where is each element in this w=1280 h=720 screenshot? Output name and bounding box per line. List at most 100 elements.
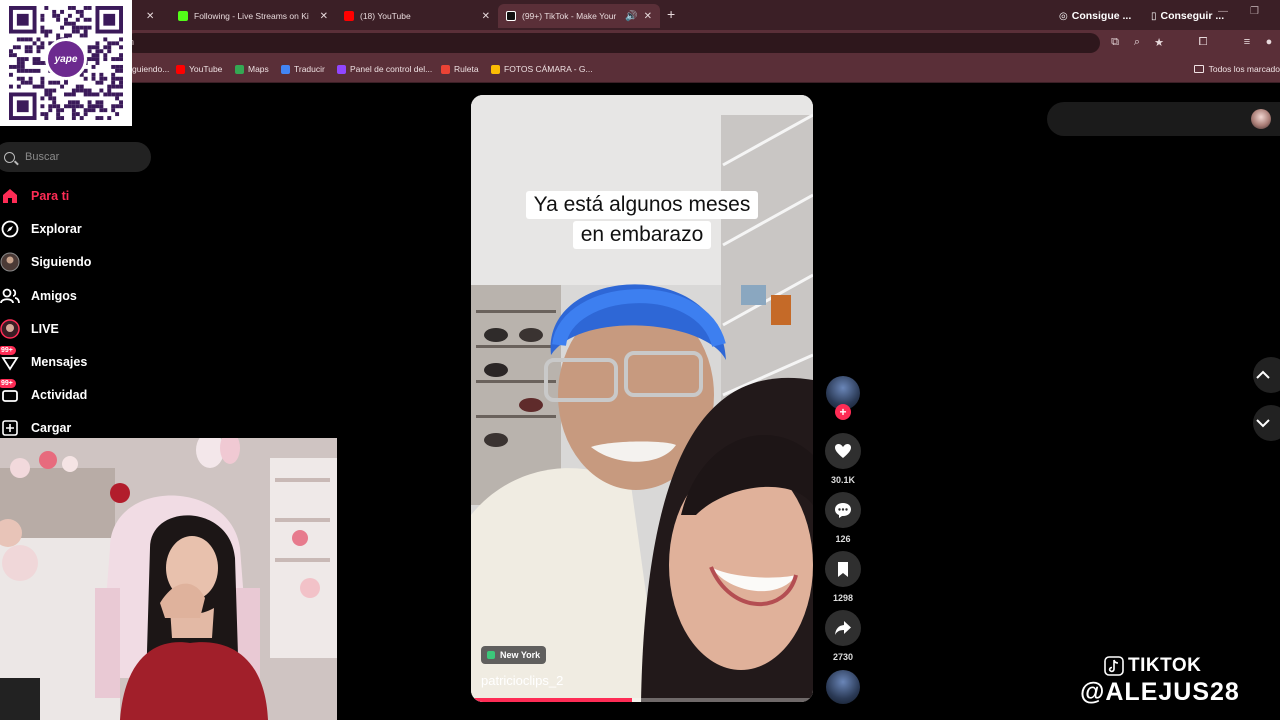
nav-live[interactable]: LIVE bbox=[0, 316, 59, 342]
search-icon bbox=[4, 151, 15, 163]
chevron-up-icon bbox=[1256, 370, 1270, 379]
bookmark-label: Maps bbox=[248, 64, 269, 74]
profile-avatar-icon[interactable]: ● bbox=[1258, 36, 1280, 49]
bookmark-maps[interactable]: Maps bbox=[235, 64, 269, 74]
sound-avatar[interactable] bbox=[826, 670, 860, 704]
media-control-icon[interactable]: ≡ bbox=[1236, 36, 1258, 49]
tab-tiktok[interactable]: (99+) TikTok - Make Your Da 🔊 ✕ bbox=[498, 4, 660, 28]
new-tab-button[interactable]: + bbox=[667, 6, 675, 22]
next-video-button[interactable] bbox=[1253, 405, 1280, 441]
comment-icon bbox=[835, 502, 851, 518]
like-button[interactable] bbox=[825, 433, 861, 469]
author-username[interactable]: patricioclips_2 bbox=[481, 673, 563, 688]
heart-icon bbox=[835, 444, 851, 458]
bookmark-icon bbox=[838, 561, 848, 577]
tab-label: (99+) TikTok - Make Your Da bbox=[522, 11, 620, 21]
nav-label: Mensajes bbox=[31, 355, 88, 369]
audio-playing-icon[interactable]: 🔊 bbox=[625, 11, 637, 22]
save-count: 1298 bbox=[832, 593, 854, 603]
translate-icon bbox=[281, 64, 290, 74]
get-coins-button[interactable]: ◎ Consigue ... bbox=[1059, 10, 1131, 22]
nav-label: Amigos bbox=[31, 289, 77, 303]
nav-label: Para ti bbox=[31, 189, 70, 203]
nav-label: Siguiendo bbox=[31, 255, 92, 269]
nav-siguiendo[interactable]: Siguiendo bbox=[0, 249, 91, 275]
bookmark-traducir[interactable]: Traducir bbox=[281, 64, 325, 74]
nav-label: Explorar bbox=[31, 222, 82, 236]
tab-close-icon[interactable]: ✕ bbox=[644, 11, 652, 22]
bookmark-panel[interactable]: Panel de control del... bbox=[337, 64, 432, 74]
streamer-webcam bbox=[0, 438, 337, 720]
nav-mensajes[interactable]: 99+ Mensajes bbox=[0, 346, 88, 375]
follow-button[interactable]: + bbox=[835, 404, 851, 420]
messages-badge: 99+ bbox=[0, 346, 16, 355]
extensions-icon[interactable]: ⧠ bbox=[1192, 36, 1214, 49]
youtube-favicon-icon bbox=[344, 11, 354, 21]
caption-line-2: en embarazo bbox=[471, 221, 813, 249]
comment-button[interactable] bbox=[825, 492, 861, 528]
address-bar[interactable]: n bbox=[125, 33, 1100, 53]
tab-close-icon[interactable]: ✕ bbox=[146, 11, 154, 22]
bookmark-ruleta[interactable]: Ruleta bbox=[441, 64, 479, 74]
compass-icon bbox=[0, 219, 20, 239]
tab-kick[interactable]: Following - Live Streams on Ki ✕ bbox=[170, 4, 336, 28]
bookmark-youtube[interactable]: YouTube bbox=[176, 64, 222, 74]
bookmark-fotos[interactable]: FOTOS CÁMARA - G... bbox=[491, 64, 593, 74]
search-box[interactable] bbox=[0, 142, 151, 172]
youtube-icon bbox=[176, 64, 185, 74]
all-bookmarks-folder[interactable]: Todos los marcado bbox=[1193, 64, 1280, 74]
tab-youtube[interactable]: (18) YouTube ✕ bbox=[336, 4, 498, 28]
chevron-down-icon bbox=[1256, 419, 1270, 428]
drive-icon bbox=[491, 64, 500, 74]
bookmark-siguiendo[interactable]: guiendo... bbox=[132, 64, 169, 74]
maps-icon bbox=[235, 64, 244, 74]
nav-amigos[interactable]: Amigos bbox=[0, 283, 77, 309]
nav-explorar[interactable]: Explorar bbox=[0, 216, 82, 242]
tiktok-favicon-icon bbox=[506, 11, 516, 21]
nav-label: LIVE bbox=[31, 322, 59, 336]
folder-icon bbox=[1193, 65, 1204, 73]
video-progress-bar[interactable] bbox=[471, 698, 813, 702]
user-avatar[interactable] bbox=[1251, 109, 1271, 129]
save-button[interactable] bbox=[825, 551, 861, 587]
following-avatar-icon bbox=[0, 252, 20, 272]
activity-badge: 99+ bbox=[0, 379, 16, 388]
tiktok-logo-icon bbox=[1104, 656, 1124, 676]
tab-partial[interactable]: ✕ bbox=[132, 4, 170, 28]
coin-icon: ◎ bbox=[1059, 10, 1068, 22]
webcam-scene bbox=[0, 438, 337, 720]
nav-actividad[interactable]: 99+ Actividad bbox=[0, 379, 88, 408]
tab-close-icon[interactable]: ✕ bbox=[482, 11, 490, 22]
bookmark-label: FOTOS CÁMARA - G... bbox=[504, 64, 593, 74]
maximize-icon[interactable]: ❐ bbox=[1250, 6, 1259, 17]
bookmark-label: guiendo... bbox=[132, 64, 170, 74]
twitch-icon bbox=[337, 64, 346, 74]
tab-label: Following - Live Streams on Ki bbox=[194, 11, 309, 21]
search-input[interactable] bbox=[25, 151, 135, 163]
video-player[interactable]: Ya está algunos meses en embarazo New Yo… bbox=[471, 95, 813, 702]
tab-close-icon[interactable]: ✕ bbox=[320, 11, 328, 22]
location-icon bbox=[487, 651, 495, 659]
zoom-icon[interactable]: ⌕ bbox=[1126, 36, 1148, 49]
nav-para-ti[interactable]: Para ti bbox=[0, 183, 69, 209]
get-coins-label: Consigue ... bbox=[1071, 10, 1132, 22]
yape-logo: yape bbox=[45, 38, 87, 80]
get-app-button[interactable]: ▯ Conseguir ... bbox=[1151, 10, 1224, 22]
nav-label: Actividad bbox=[31, 388, 88, 402]
home-icon bbox=[0, 186, 20, 206]
share-button[interactable] bbox=[825, 610, 861, 646]
watermark-line-2: @ALEJUS28 bbox=[1080, 678, 1240, 706]
kick-favicon-icon bbox=[178, 11, 188, 21]
messages-icon: 99+ bbox=[0, 346, 20, 372]
cast-icon[interactable]: ⧉ bbox=[1104, 36, 1126, 49]
upload-icon bbox=[0, 418, 20, 438]
location-tag[interactable]: New York bbox=[481, 646, 547, 664]
previous-video-button[interactable] bbox=[1253, 357, 1280, 393]
bookmark-star-icon[interactable]: ★ bbox=[1148, 36, 1170, 49]
bookmarks-bar: guiendo... YouTube Maps Traducir Panel d… bbox=[0, 56, 1280, 83]
bookmark-label: Ruleta bbox=[454, 64, 479, 74]
address-bar-actions: ⧉ ⌕ ★ ⧠ ≡ ● bbox=[1104, 36, 1280, 49]
watermark-line-1: TIKTOK bbox=[1080, 655, 1280, 677]
like-count: 30.1K bbox=[830, 475, 856, 485]
get-app-label: Conseguir ... bbox=[1160, 10, 1225, 22]
